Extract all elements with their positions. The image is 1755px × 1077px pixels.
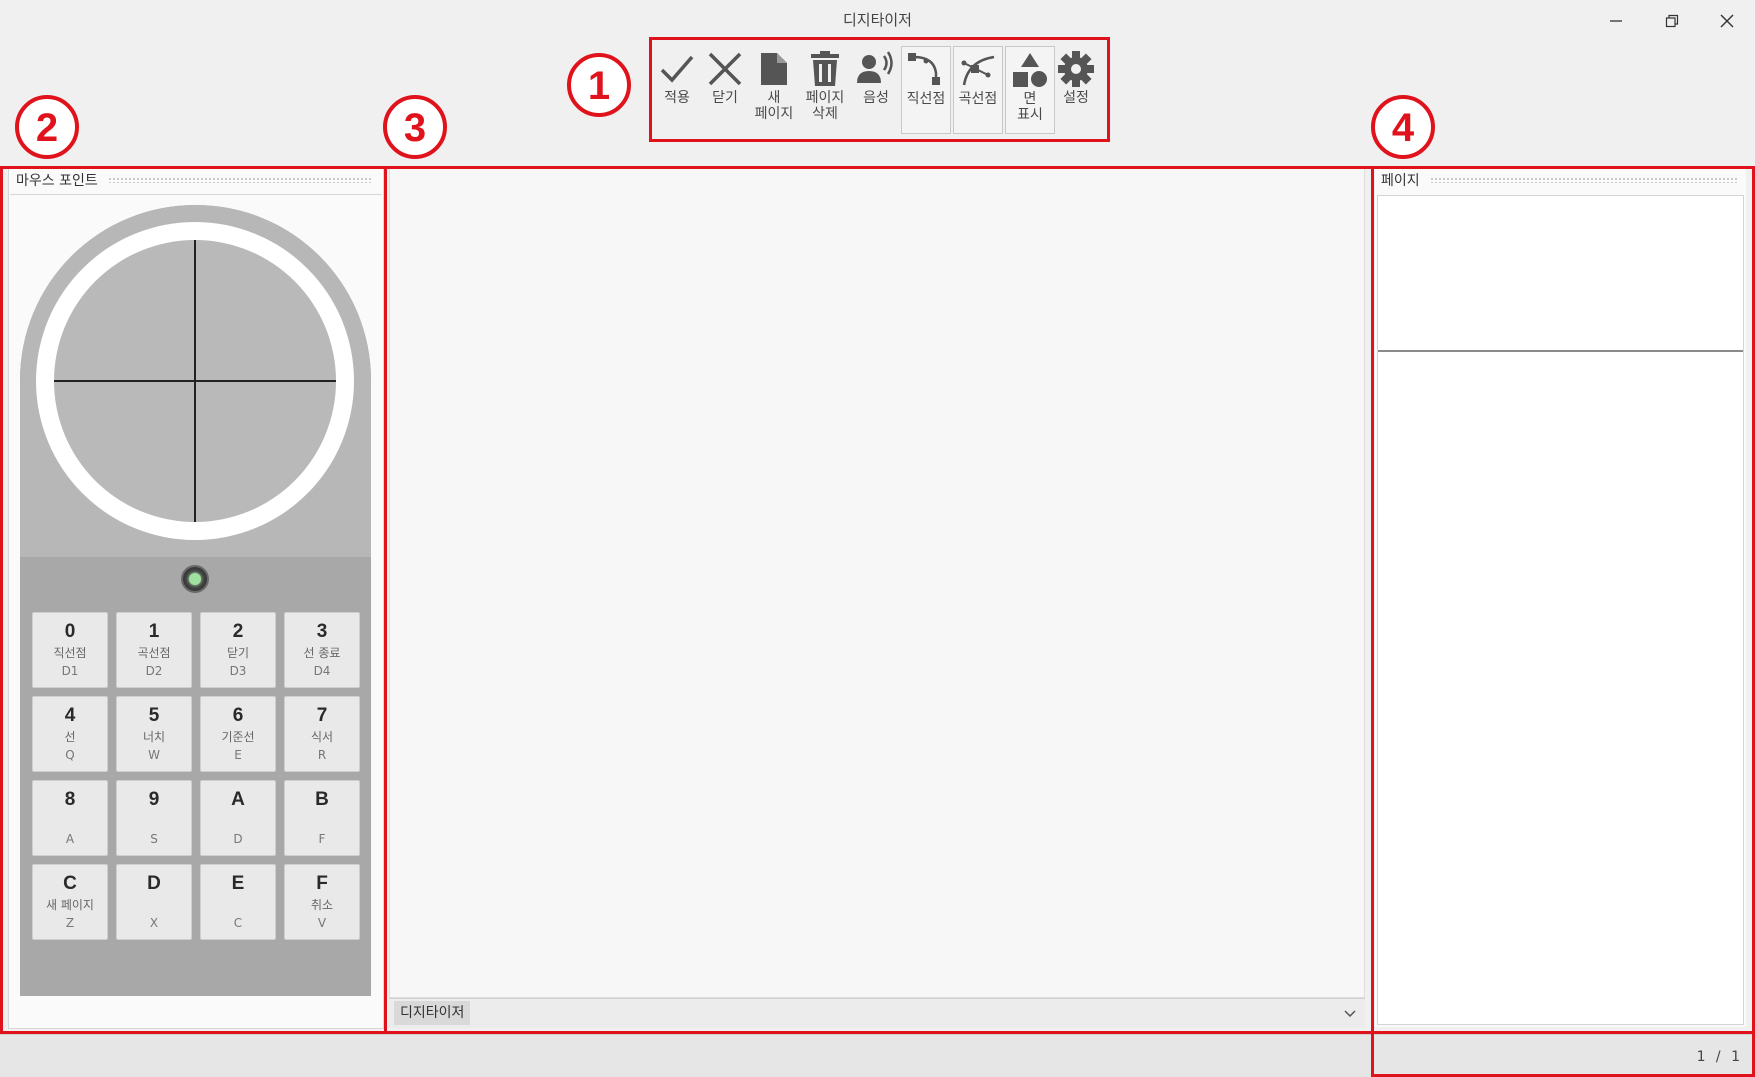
new-page-icon <box>761 53 787 85</box>
annotation-box-mouse-panel <box>0 166 387 1034</box>
apply-button[interactable]: 적용 <box>652 46 702 134</box>
close-doc-label: 닫기 <box>712 90 738 106</box>
line-point-icon <box>908 53 940 85</box>
window-title: 디지타이저 <box>842 11 912 29</box>
settings-button[interactable]: 설정 <box>1051 46 1101 134</box>
trash-icon <box>811 51 839 86</box>
close-doc-button[interactable]: 닫기 <box>700 46 750 134</box>
annotation-box-canvas <box>384 166 1374 1034</box>
line-point-label: 직선점 <box>906 91 946 107</box>
new-page-label: 새 페이지 <box>754 90 794 122</box>
show-face-button[interactable]: 면 표시 <box>1005 46 1055 134</box>
annotation-marker-4: 4 <box>1371 95 1435 159</box>
x-icon <box>708 52 742 86</box>
check-icon <box>660 55 694 83</box>
close-icon <box>1720 14 1734 28</box>
restore-icon <box>1665 14 1679 28</box>
annotation-marker-3: 3 <box>383 95 447 159</box>
annotation-box-status <box>1371 1031 1755 1077</box>
curve-point-button[interactable]: 곡선점 <box>953 46 1003 134</box>
minimize-button[interactable] <box>1592 4 1640 38</box>
restore-button[interactable] <box>1648 4 1696 38</box>
gear-icon <box>1058 51 1094 87</box>
annotation-marker-2: 2 <box>15 95 79 159</box>
line-point-button[interactable]: 직선점 <box>901 46 951 134</box>
delete-page-label: 페이지 삭제 <box>805 90 845 122</box>
minimize-icon <box>1610 20 1622 22</box>
apply-label: 적용 <box>664 90 690 106</box>
annotation-box-page-panel <box>1371 166 1755 1034</box>
close-button[interactable] <box>1703 4 1751 38</box>
delete-page-button[interactable]: 페이지 삭제 <box>800 46 850 134</box>
curve-point-icon <box>961 55 995 86</box>
settings-label: 설정 <box>1063 90 1089 106</box>
voice-button[interactable]: 음성 <box>851 46 901 134</box>
annotation-marker-1: 1 <box>567 53 631 117</box>
voice-label: 음성 <box>863 90 889 106</box>
shapes-icon <box>1013 53 1047 87</box>
curve-point-label: 곡선점 <box>958 91 998 107</box>
new-page-button[interactable]: 새 페이지 <box>749 46 799 134</box>
voice-icon <box>857 51 893 83</box>
show-face-label: 면 표시 <box>1017 91 1043 123</box>
